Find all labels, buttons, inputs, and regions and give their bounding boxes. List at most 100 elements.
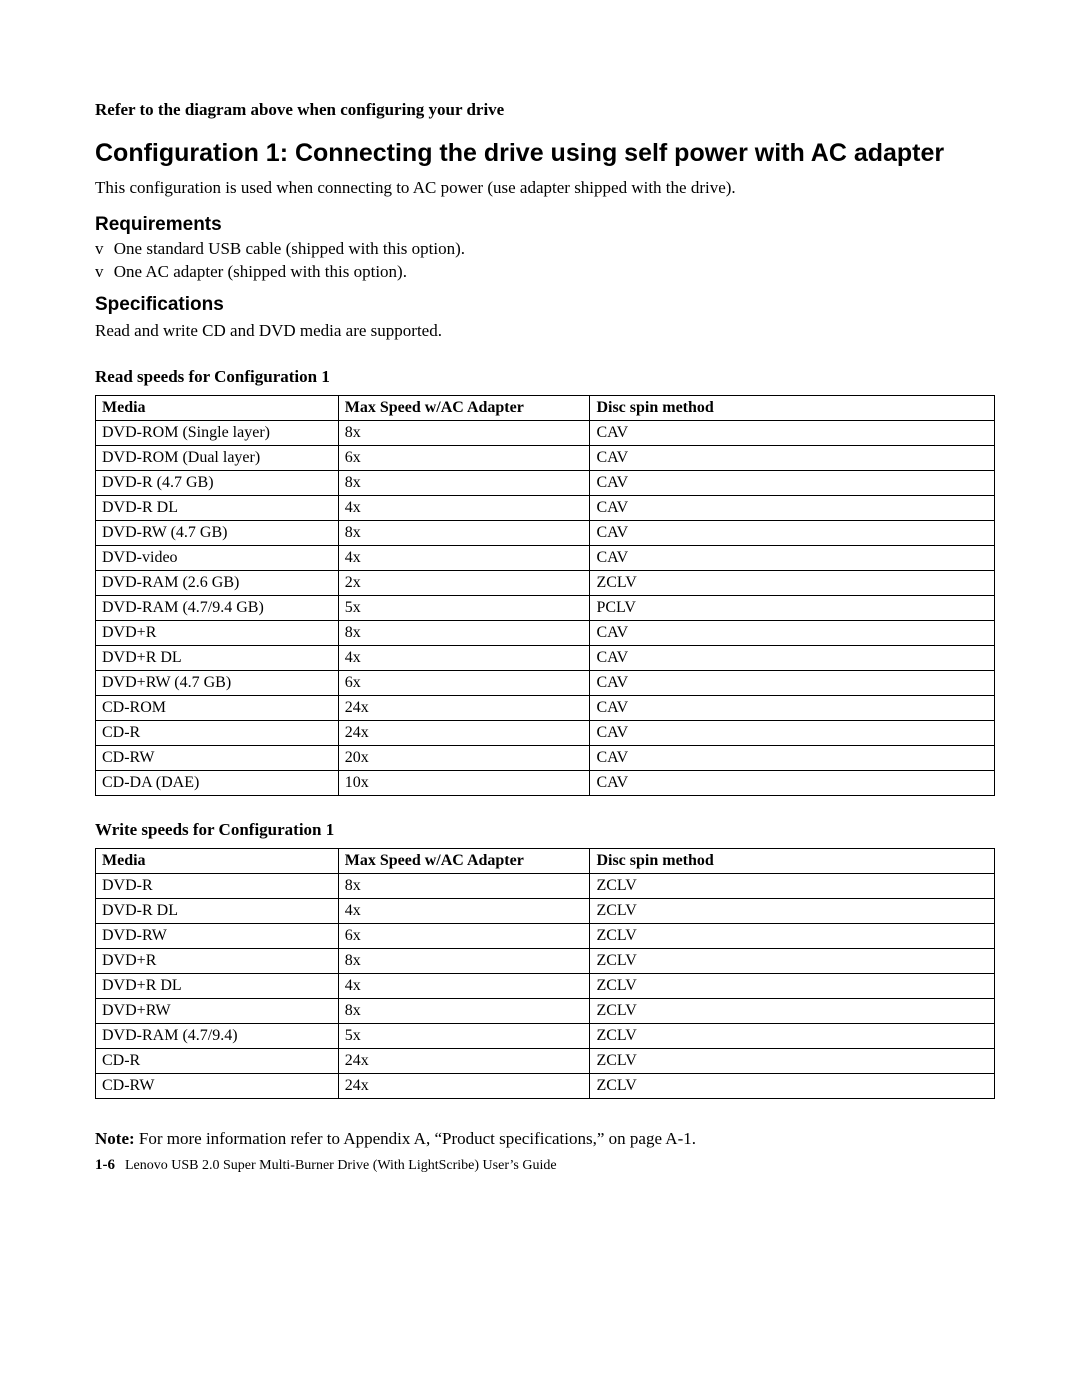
cell-method: CAV <box>590 471 995 496</box>
cell-speed: 6x <box>338 924 590 949</box>
table-row: DVD+R DL4xZCLV <box>96 974 995 999</box>
cell-media: CD-RW <box>96 1074 339 1099</box>
cell-speed: 4x <box>338 496 590 521</box>
cell-method: ZCLV <box>590 874 995 899</box>
cell-speed: 5x <box>338 1024 590 1049</box>
intro-bold-line: Refer to the diagram above when configur… <box>95 100 995 120</box>
cell-method: CAV <box>590 671 995 696</box>
cell-speed: 20x <box>338 746 590 771</box>
cell-speed: 24x <box>338 1074 590 1099</box>
cell-media: DVD+R <box>96 621 339 646</box>
cell-media: DVD+R DL <box>96 974 339 999</box>
table-row: DVD+RW (4.7 GB)6xCAV <box>96 671 995 696</box>
cell-media: DVD-R (4.7 GB) <box>96 471 339 496</box>
list-item: One AC adapter (shipped with this option… <box>95 262 995 282</box>
table-row: DVD-RAM (4.7/9.4)5xZCLV <box>96 1024 995 1049</box>
cell-media: DVD+RW <box>96 999 339 1024</box>
table-row: DVD-video4xCAV <box>96 546 995 571</box>
col-header-method: Disc spin method <box>590 396 995 421</box>
table-row: DVD-RW (4.7 GB)8xCAV <box>96 521 995 546</box>
cell-speed: 4x <box>338 546 590 571</box>
cell-media: DVD+R DL <box>96 646 339 671</box>
cell-speed: 8x <box>338 521 590 546</box>
col-header-media: Media <box>96 849 339 874</box>
cell-method: ZCLV <box>590 924 995 949</box>
list-item: One standard USB cable (shipped with thi… <box>95 239 995 259</box>
cell-method: CAV <box>590 421 995 446</box>
col-header-method: Disc spin method <box>590 849 995 874</box>
specifications-intro: Read and write CD and DVD media are supp… <box>95 320 995 343</box>
table-header-row: Media Max Speed w/AC Adapter Disc spin m… <box>96 396 995 421</box>
specifications-heading: Specifications <box>95 294 995 316</box>
cell-speed: 24x <box>338 721 590 746</box>
table-row: CD-ROM24xCAV <box>96 696 995 721</box>
note-text: For more information refer to Appendix A… <box>135 1129 696 1148</box>
cell-media: CD-ROM <box>96 696 339 721</box>
requirements-list: One standard USB cable (shipped with thi… <box>95 239 995 282</box>
table-row: DVD-ROM (Dual layer)6xCAV <box>96 446 995 471</box>
cell-speed: 8x <box>338 949 590 974</box>
cell-speed: 24x <box>338 1049 590 1074</box>
page-number: 1-6 <box>95 1157 125 1173</box>
cell-speed: 4x <box>338 646 590 671</box>
cell-method: PCLV <box>590 596 995 621</box>
cell-media: DVD-R <box>96 874 339 899</box>
table-row: DVD+R8xCAV <box>96 621 995 646</box>
table-header-row: Media Max Speed w/AC Adapter Disc spin m… <box>96 849 995 874</box>
cell-media: DVD+R <box>96 949 339 974</box>
cell-speed: 6x <box>338 671 590 696</box>
cell-media: DVD+RW (4.7 GB) <box>96 671 339 696</box>
write-table-title: Write speeds for Configuration 1 <box>95 820 995 840</box>
cell-method: CAV <box>590 546 995 571</box>
page-content: Refer to the diagram above when configur… <box>0 0 1080 1204</box>
cell-method: CAV <box>590 746 995 771</box>
cell-media: DVD-RW <box>96 924 339 949</box>
cell-method: ZCLV <box>590 1049 995 1074</box>
cell-media: DVD-video <box>96 546 339 571</box>
cell-media: DVD-R DL <box>96 496 339 521</box>
cell-method: ZCLV <box>590 949 995 974</box>
cell-method: ZCLV <box>590 1074 995 1099</box>
cell-speed: 10x <box>338 771 590 796</box>
page-footer: 1-6Lenovo USB 2.0 Super Multi-Burner Dri… <box>95 1157 995 1174</box>
cell-method: ZCLV <box>590 999 995 1024</box>
col-header-speed: Max Speed w/AC Adapter <box>338 849 590 874</box>
cell-media: CD-R <box>96 1049 339 1074</box>
cell-media: DVD-ROM (Single layer) <box>96 421 339 446</box>
cell-media: DVD-R DL <box>96 899 339 924</box>
requirements-heading: Requirements <box>95 214 995 236</box>
table-row: CD-R24xZCLV <box>96 1049 995 1074</box>
table-row: CD-RW24xZCLV <box>96 1074 995 1099</box>
cell-speed: 8x <box>338 471 590 496</box>
cell-media: DVD-ROM (Dual layer) <box>96 446 339 471</box>
cell-speed: 4x <box>338 974 590 999</box>
table-row: DVD-RAM (4.7/9.4 GB)5xPCLV <box>96 596 995 621</box>
read-speeds-table: Media Max Speed w/AC Adapter Disc spin m… <box>95 395 995 796</box>
table-row: DVD-R DL4xZCLV <box>96 899 995 924</box>
cell-speed: 2x <box>338 571 590 596</box>
page-title: Configuration 1: Connecting the drive us… <box>95 138 995 169</box>
note-line: Note: For more information refer to Appe… <box>95 1129 995 1149</box>
cell-media: DVD-RW (4.7 GB) <box>96 521 339 546</box>
cell-method: CAV <box>590 646 995 671</box>
table-row: DVD-RW6xZCLV <box>96 924 995 949</box>
cell-method: ZCLV <box>590 571 995 596</box>
cell-method: CAV <box>590 721 995 746</box>
table-row: DVD+R DL4xCAV <box>96 646 995 671</box>
cell-method: ZCLV <box>590 899 995 924</box>
cell-media: DVD-RAM (4.7/9.4) <box>96 1024 339 1049</box>
cell-media: DVD-RAM (2.6 GB) <box>96 571 339 596</box>
col-header-media: Media <box>96 396 339 421</box>
cell-speed: 5x <box>338 596 590 621</box>
cell-speed: 24x <box>338 696 590 721</box>
cell-method: CAV <box>590 446 995 471</box>
cell-media: CD-RW <box>96 746 339 771</box>
cell-speed: 8x <box>338 999 590 1024</box>
table-row: DVD-R (4.7 GB)8xCAV <box>96 471 995 496</box>
table-row: DVD+RW8xZCLV <box>96 999 995 1024</box>
cell-media: CD-DA (DAE) <box>96 771 339 796</box>
table-row: DVD+R8xZCLV <box>96 949 995 974</box>
cell-method: ZCLV <box>590 1024 995 1049</box>
table-row: DVD-R8xZCLV <box>96 874 995 899</box>
cell-method: CAV <box>590 771 995 796</box>
